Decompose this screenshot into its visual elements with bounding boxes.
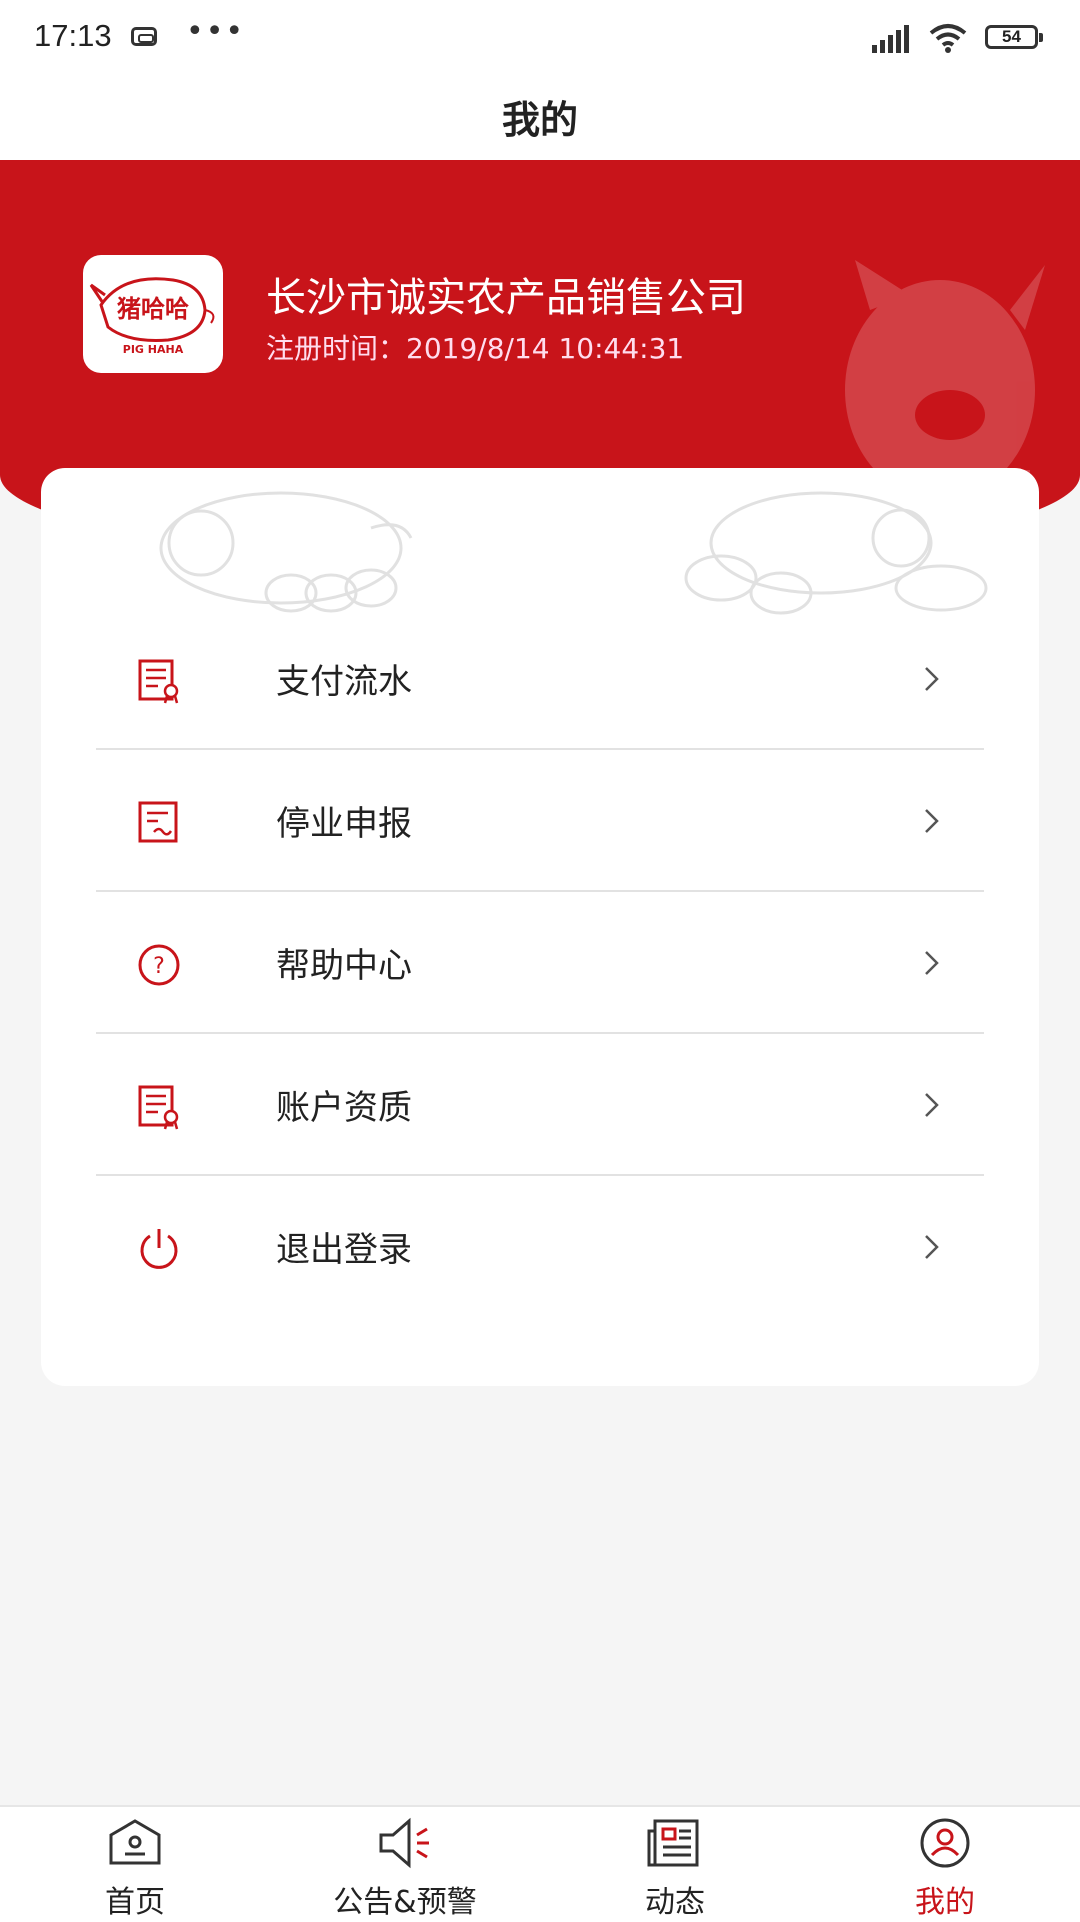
menu-item-label: 支付流水 xyxy=(276,662,412,702)
company-logo: 猪哈哈 PIG HAHA xyxy=(83,255,223,373)
voicemail-icon xyxy=(131,27,157,46)
battery-icon: 54 xyxy=(985,25,1043,49)
account-qualification-icon xyxy=(138,1085,179,1130)
title-bar: 我的 xyxy=(0,75,1080,160)
nav-label: 动态 xyxy=(645,1885,705,1920)
user-icon xyxy=(920,1818,970,1868)
nav-item-announcements[interactable]: 公告&预警 xyxy=(270,1807,540,1922)
menu-card: 支付流水 停业申报 ? 帮助中心 账户资质 退出登录 xyxy=(41,468,1039,1386)
menu-item-logout[interactable]: 退出登录 xyxy=(96,1176,984,1316)
chevron-right-icon xyxy=(925,1235,939,1259)
svg-text:PIG HAHA: PIG HAHA xyxy=(123,343,184,356)
chevron-right-icon xyxy=(925,951,939,975)
status-time: 17:13 xyxy=(34,18,112,53)
menu-item-suspension-report[interactable]: 停业申报 xyxy=(96,750,984,892)
power-icon xyxy=(140,1229,178,1269)
megaphone-icon xyxy=(379,1817,429,1869)
nav-label: 我的 xyxy=(915,1885,975,1920)
company-name: 长沙市诚实农产品销售公司 xyxy=(266,275,746,321)
svg-text:?: ? xyxy=(153,954,165,979)
registration-time: 注册时间：2019/8/14 10:44:31 xyxy=(266,332,685,365)
nav-label: 首页 xyxy=(105,1885,165,1920)
menu-item-account-qualification[interactable]: 账户资质 xyxy=(96,1034,984,1176)
payment-record-icon xyxy=(138,659,179,704)
menu-list: 支付流水 停业申报 ? 帮助中心 账户资质 退出登录 xyxy=(96,608,984,1316)
signal-icon xyxy=(872,25,914,53)
menu-item-label: 账户资质 xyxy=(276,1088,412,1128)
chevron-right-icon xyxy=(925,809,939,833)
menu-item-payment-records[interactable]: 支付流水 xyxy=(96,608,984,750)
suspension-report-icon xyxy=(138,801,178,843)
menu-item-label: 帮助中心 xyxy=(276,946,412,986)
nav-item-news[interactable]: 动态 xyxy=(540,1807,810,1922)
news-icon xyxy=(647,1819,699,1867)
chevron-right-icon xyxy=(925,1093,939,1117)
home-icon xyxy=(109,1819,161,1865)
help-icon: ? xyxy=(138,944,180,986)
wifi-icon xyxy=(929,24,967,53)
nav-label: 公告&预警 xyxy=(333,1885,477,1920)
chevron-right-icon xyxy=(925,667,939,691)
menu-item-label: 停业申报 xyxy=(276,804,412,844)
nav-item-home[interactable]: 首页 xyxy=(0,1807,270,1922)
more-dots-icon: ••• xyxy=(186,14,246,49)
menu-item-help-center[interactable]: ? 帮助中心 xyxy=(96,892,984,1034)
status-bar: 17:13 ••• 54 xyxy=(0,0,1080,75)
page-title: 我的 xyxy=(501,98,578,142)
svg-text:猪哈哈: 猪哈哈 xyxy=(117,294,189,323)
nav-item-mine[interactable]: 我的 xyxy=(810,1807,1080,1922)
bottom-nav: 首页 公告&预警 动态 我的 xyxy=(0,1805,1080,1922)
menu-item-label: 退出登录 xyxy=(276,1230,412,1270)
